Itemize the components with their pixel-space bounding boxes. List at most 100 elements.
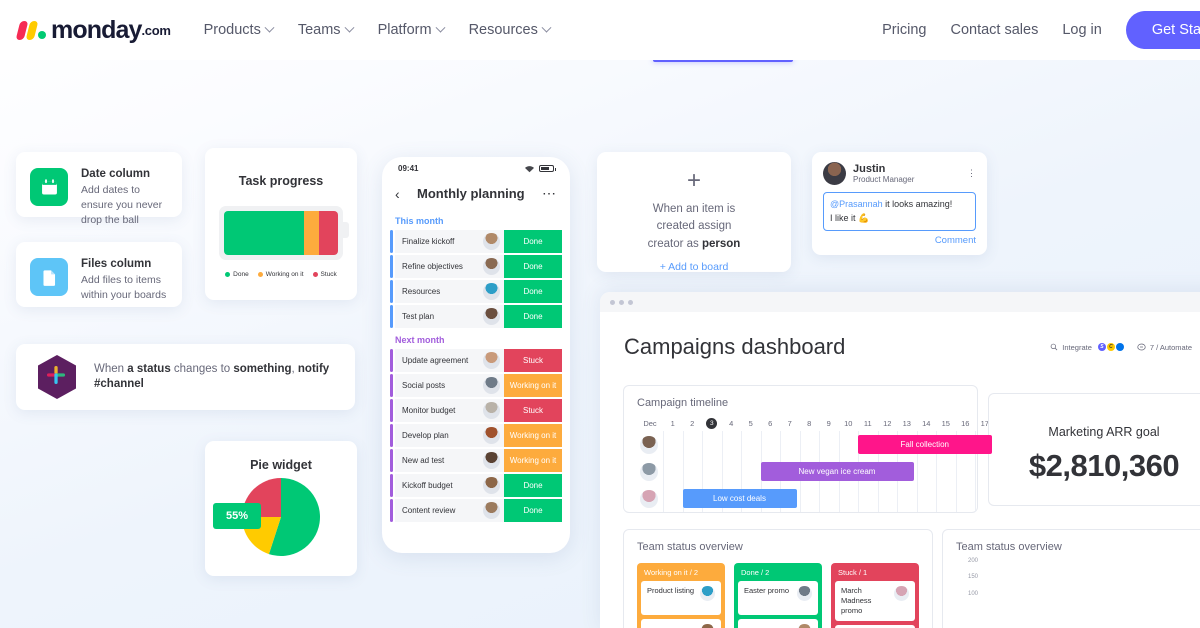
bar-slot	[1126, 562, 1155, 628]
task-row[interactable]: Kickoff budget Done	[390, 474, 562, 497]
row-color-bar	[390, 374, 393, 397]
avatar	[894, 586, 909, 601]
timeline-col-header: 12	[883, 419, 892, 428]
task-row[interactable]: Social posts Working on it	[390, 374, 562, 397]
task-row[interactable]: Content review Done	[390, 499, 562, 522]
status-badge[interactable]: Working on it	[504, 449, 562, 472]
slack-icon	[36, 354, 78, 400]
y-axis-tick: 200	[967, 557, 978, 564]
widget-title: Pie widget	[250, 458, 312, 472]
row-color-bar	[390, 280, 393, 303]
kanban-card[interactable]: Easter promo	[738, 581, 818, 615]
widget-title: Campaign timeline	[637, 397, 729, 409]
task-row[interactable]: Develop plan Working on it	[390, 424, 562, 447]
timeline-col-header: 15	[941, 419, 950, 428]
task-name: New ad test	[395, 449, 478, 472]
timeline-bar[interactable]: New vegan ice cream	[760, 462, 914, 481]
status-badge[interactable]: Done	[504, 305, 562, 328]
header-actions: Pricing Contact sales Log in Get Started	[882, 11, 1200, 49]
task-row[interactable]: Refine objectives Done	[390, 255, 562, 278]
card-description: Add dates to ensure you never drop the b…	[81, 184, 163, 226]
progress-legend: Done Working on it Stuck	[205, 271, 357, 278]
task-name: Develop plan	[395, 424, 478, 447]
dashboard-toolbar: Integrate S C 7 / Automate ⋯	[1050, 343, 1200, 352]
more-dots-icon[interactable]: ⋯	[542, 185, 557, 202]
task-avatar-cell	[478, 349, 504, 372]
avatar	[482, 502, 500, 519]
task-row[interactable]: Resources Done	[390, 280, 562, 303]
integrate-button[interactable]: Integrate S C	[1050, 343, 1124, 352]
text-bold-status: a status	[127, 363, 171, 376]
kanban-card[interactable]	[641, 619, 721, 628]
task-progress-widget: Task progress Done Working on it Stuck	[205, 148, 357, 300]
pie-chart: 55%	[205, 476, 357, 558]
slack-automation-card[interactable]: When a status changes to something, noti…	[16, 344, 355, 410]
comment-text: it looks amazing!	[882, 199, 953, 209]
card-title: Date column	[81, 168, 151, 180]
contact-sales-link[interactable]: Contact sales	[950, 22, 1038, 38]
automation-recipe-card[interactable]: + When an item is created assign creator…	[597, 152, 791, 273]
task-row[interactable]: New ad test Working on it	[390, 449, 562, 472]
status-badge[interactable]: Working on it	[504, 424, 562, 447]
status-badge[interactable]: Done	[504, 230, 562, 253]
progress-knob	[340, 222, 349, 238]
task-name: Refine objectives	[395, 255, 478, 278]
nav-item-products[interactable]: Products	[204, 22, 275, 38]
get-started-button[interactable]: Get Started	[1125, 11, 1200, 49]
mention-tag: @Prasannah	[830, 199, 883, 209]
timeline-col-header: 10	[844, 419, 853, 428]
timeline-col-header: 8	[807, 419, 812, 428]
timeline-col-header: 16	[961, 419, 970, 428]
date-column-card[interactable]: Date column Add dates to ensure you neve…	[16, 152, 182, 226]
kebab-menu-icon[interactable]: ⋮	[967, 168, 976, 177]
status-badge[interactable]: Done	[504, 280, 562, 303]
task-avatar-cell	[478, 499, 504, 522]
pricing-link[interactable]: Pricing	[882, 22, 926, 38]
kanban-card[interactable]	[738, 619, 818, 628]
comment-button[interactable]: Comment	[823, 235, 976, 246]
monday-logo[interactable]: monday .com	[15, 16, 171, 45]
comment-text-line2: I like it 💪	[830, 212, 870, 223]
legend-label: Working on it	[265, 271, 304, 278]
login-link[interactable]: Log in	[1062, 22, 1102, 38]
avatar	[482, 402, 500, 419]
status-badge[interactable]: Done	[504, 255, 562, 278]
task-row[interactable]: Monitor budget Stuck	[390, 399, 562, 422]
task-row[interactable]: Update agreement Stuck	[390, 349, 562, 372]
battery-icon	[539, 165, 556, 172]
status-badge[interactable]: Stuck	[504, 349, 562, 372]
status-badge[interactable]: Done	[504, 474, 562, 497]
add-to-board-link[interactable]: + Add to board	[597, 261, 791, 273]
automate-button[interactable]: 7 / Automate	[1137, 343, 1192, 352]
kanban-card-text: Product listing	[647, 586, 695, 595]
progress-segment-stuck	[318, 211, 338, 255]
nav-item-teams[interactable]: Teams	[298, 22, 355, 38]
task-row[interactable]: Test plan Done	[390, 305, 562, 328]
timeline-col-header: 2	[690, 419, 695, 428]
recipe-line3-prefix: creator as	[647, 237, 702, 250]
nav-item-resources[interactable]: Resources	[468, 22, 552, 38]
timeline-bar[interactable]: Low cost deals	[682, 489, 797, 508]
window-dot-maximize[interactable]	[628, 299, 633, 305]
comment-card: Justin Product Manager ⋮ @Prasannah it l…	[812, 152, 987, 255]
task-name: Test plan	[395, 305, 478, 328]
task-row[interactable]: Finalize kickoff Done	[390, 230, 562, 253]
task-name: Kickoff budget	[395, 474, 478, 497]
integration-avatars: S C	[1097, 343, 1124, 351]
files-column-card[interactable]: Files column Add files to items within y…	[16, 242, 182, 307]
nav-label: Resources	[468, 22, 538, 38]
comment-author: Justin	[853, 162, 886, 175]
nav-item-platform[interactable]: Platform	[378, 22, 446, 38]
kanban-card[interactable]: Product listing	[641, 581, 721, 615]
timeline-bar[interactable]: Fall collection	[858, 435, 992, 454]
status-badge[interactable]: Working on it	[504, 374, 562, 397]
y-axis-tick: 100	[967, 590, 978, 597]
window-dot-close[interactable]	[610, 299, 615, 305]
page-title: Campaigns dashboard	[624, 334, 846, 359]
comment-input[interactable]: @Prasannah it looks amazing! I like it 💪	[823, 192, 976, 231]
status-badge[interactable]: Done	[504, 499, 562, 522]
status-badge[interactable]: Stuck	[504, 399, 562, 422]
window-dot-minimize[interactable]	[619, 299, 624, 305]
comment-role: Product Manager	[853, 175, 915, 185]
kanban-card[interactable]: March Madness promo	[835, 581, 915, 622]
